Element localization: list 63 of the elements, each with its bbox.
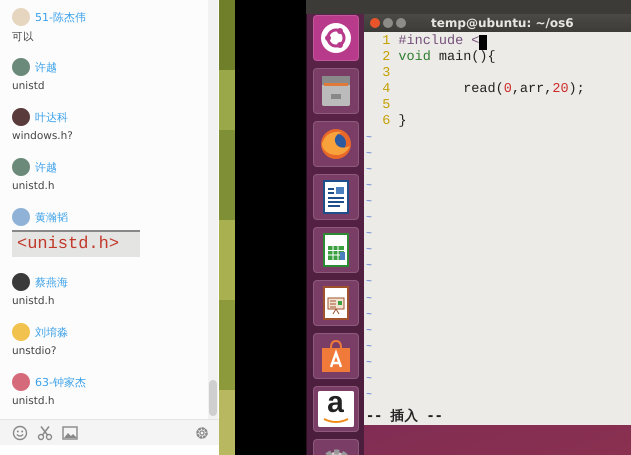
message-text: unistd.h xyxy=(12,295,56,309)
window-title: temp@ubuntu: ~/os6 xyxy=(431,16,574,30)
avatar[interactable] xyxy=(12,273,30,291)
empty-line-marker: ~ xyxy=(366,148,374,162)
empty-line-marker: ~ xyxy=(366,356,374,371)
code-snippet-image[interactable]: <unistd.h> xyxy=(12,230,140,257)
ring-logo-icon[interactable] xyxy=(312,15,358,61)
sender-name[interactable]: 蔡燕海 xyxy=(35,274,68,290)
empty-line-marker: ~ xyxy=(366,260,374,274)
line-number: 6 xyxy=(381,114,392,131)
line-number: 1 xyxy=(381,34,392,50)
empty-line-marker: ~ xyxy=(366,196,374,210)
sender-name[interactable]: 63-钟家杰 xyxy=(35,374,86,390)
shopping-bag-icon[interactable] xyxy=(312,333,358,379)
sender-name[interactable]: 黄瀚韬 xyxy=(35,210,68,224)
empty-line-marker: ~ xyxy=(366,308,374,323)
mode-indicator: -- 插入 -- xyxy=(366,408,443,424)
empty-line-marker: ~ xyxy=(366,228,374,242)
close-button[interactable] xyxy=(370,18,380,28)
sender-name[interactable]: 许越 xyxy=(35,60,57,74)
message-text: unistd xyxy=(12,80,46,94)
maximize-button[interactable] xyxy=(396,18,406,28)
line-number: 4 xyxy=(381,82,392,98)
scissors-icon[interactable] xyxy=(37,424,53,440)
line-number: 5 xyxy=(381,98,392,114)
empty-line-marker: ~ xyxy=(366,276,374,290)
empty-line-marker: ~ xyxy=(366,164,374,178)
code-line: } xyxy=(398,114,406,131)
image-icon[interactable] xyxy=(62,424,78,440)
spreadsheet-icon[interactable] xyxy=(312,227,358,273)
file-cabinet-icon[interactable] xyxy=(312,68,358,114)
empty-line-marker: ~ xyxy=(366,389,374,404)
sender-name[interactable]: 叶达科 xyxy=(35,110,68,124)
message-text: 可以 xyxy=(12,30,35,45)
line-number: 2 xyxy=(381,50,392,66)
minimize-button[interactable] xyxy=(383,18,393,28)
sender-name[interactable]: 许越 xyxy=(35,160,57,174)
empty-line-marker: ~ xyxy=(366,324,374,339)
amazon-app-icon[interactable]: a xyxy=(312,386,358,432)
empty-line-marker: ~ xyxy=(366,292,374,306)
presentation-icon[interactable] xyxy=(312,280,358,326)
message-text: unistd.h xyxy=(12,395,56,409)
message-text: windows.h? xyxy=(12,130,74,144)
scrollbar-thumb[interactable] xyxy=(209,380,217,416)
message-text: unistd.h xyxy=(12,180,56,194)
line-number: 3 xyxy=(381,66,392,82)
sender-name[interactable]: 刘堉淼 xyxy=(35,324,68,340)
empty-line-marker: ~ xyxy=(366,212,374,226)
emoji-icon[interactable] xyxy=(12,424,28,440)
code-line: read(0,arr,20); xyxy=(462,82,585,98)
empty-line-marker: ~ xyxy=(366,180,374,194)
empty-line-marker: ~ xyxy=(366,372,374,387)
document-icon[interactable] xyxy=(312,174,358,220)
sender-name[interactable]: 51-陈杰伟 xyxy=(35,10,86,24)
empty-line-marker: ~ xyxy=(366,244,374,258)
empty-line-marker: ~ xyxy=(366,340,374,355)
code-line: void main(){ xyxy=(398,50,496,66)
browser-icon[interactable] xyxy=(312,121,358,167)
empty-line-marker: ~ xyxy=(366,132,374,146)
avatar[interactable] xyxy=(12,108,30,126)
message-text: unstdio? xyxy=(12,345,58,359)
code-line: #include < xyxy=(398,34,488,50)
settings-icon[interactable] xyxy=(194,424,210,440)
